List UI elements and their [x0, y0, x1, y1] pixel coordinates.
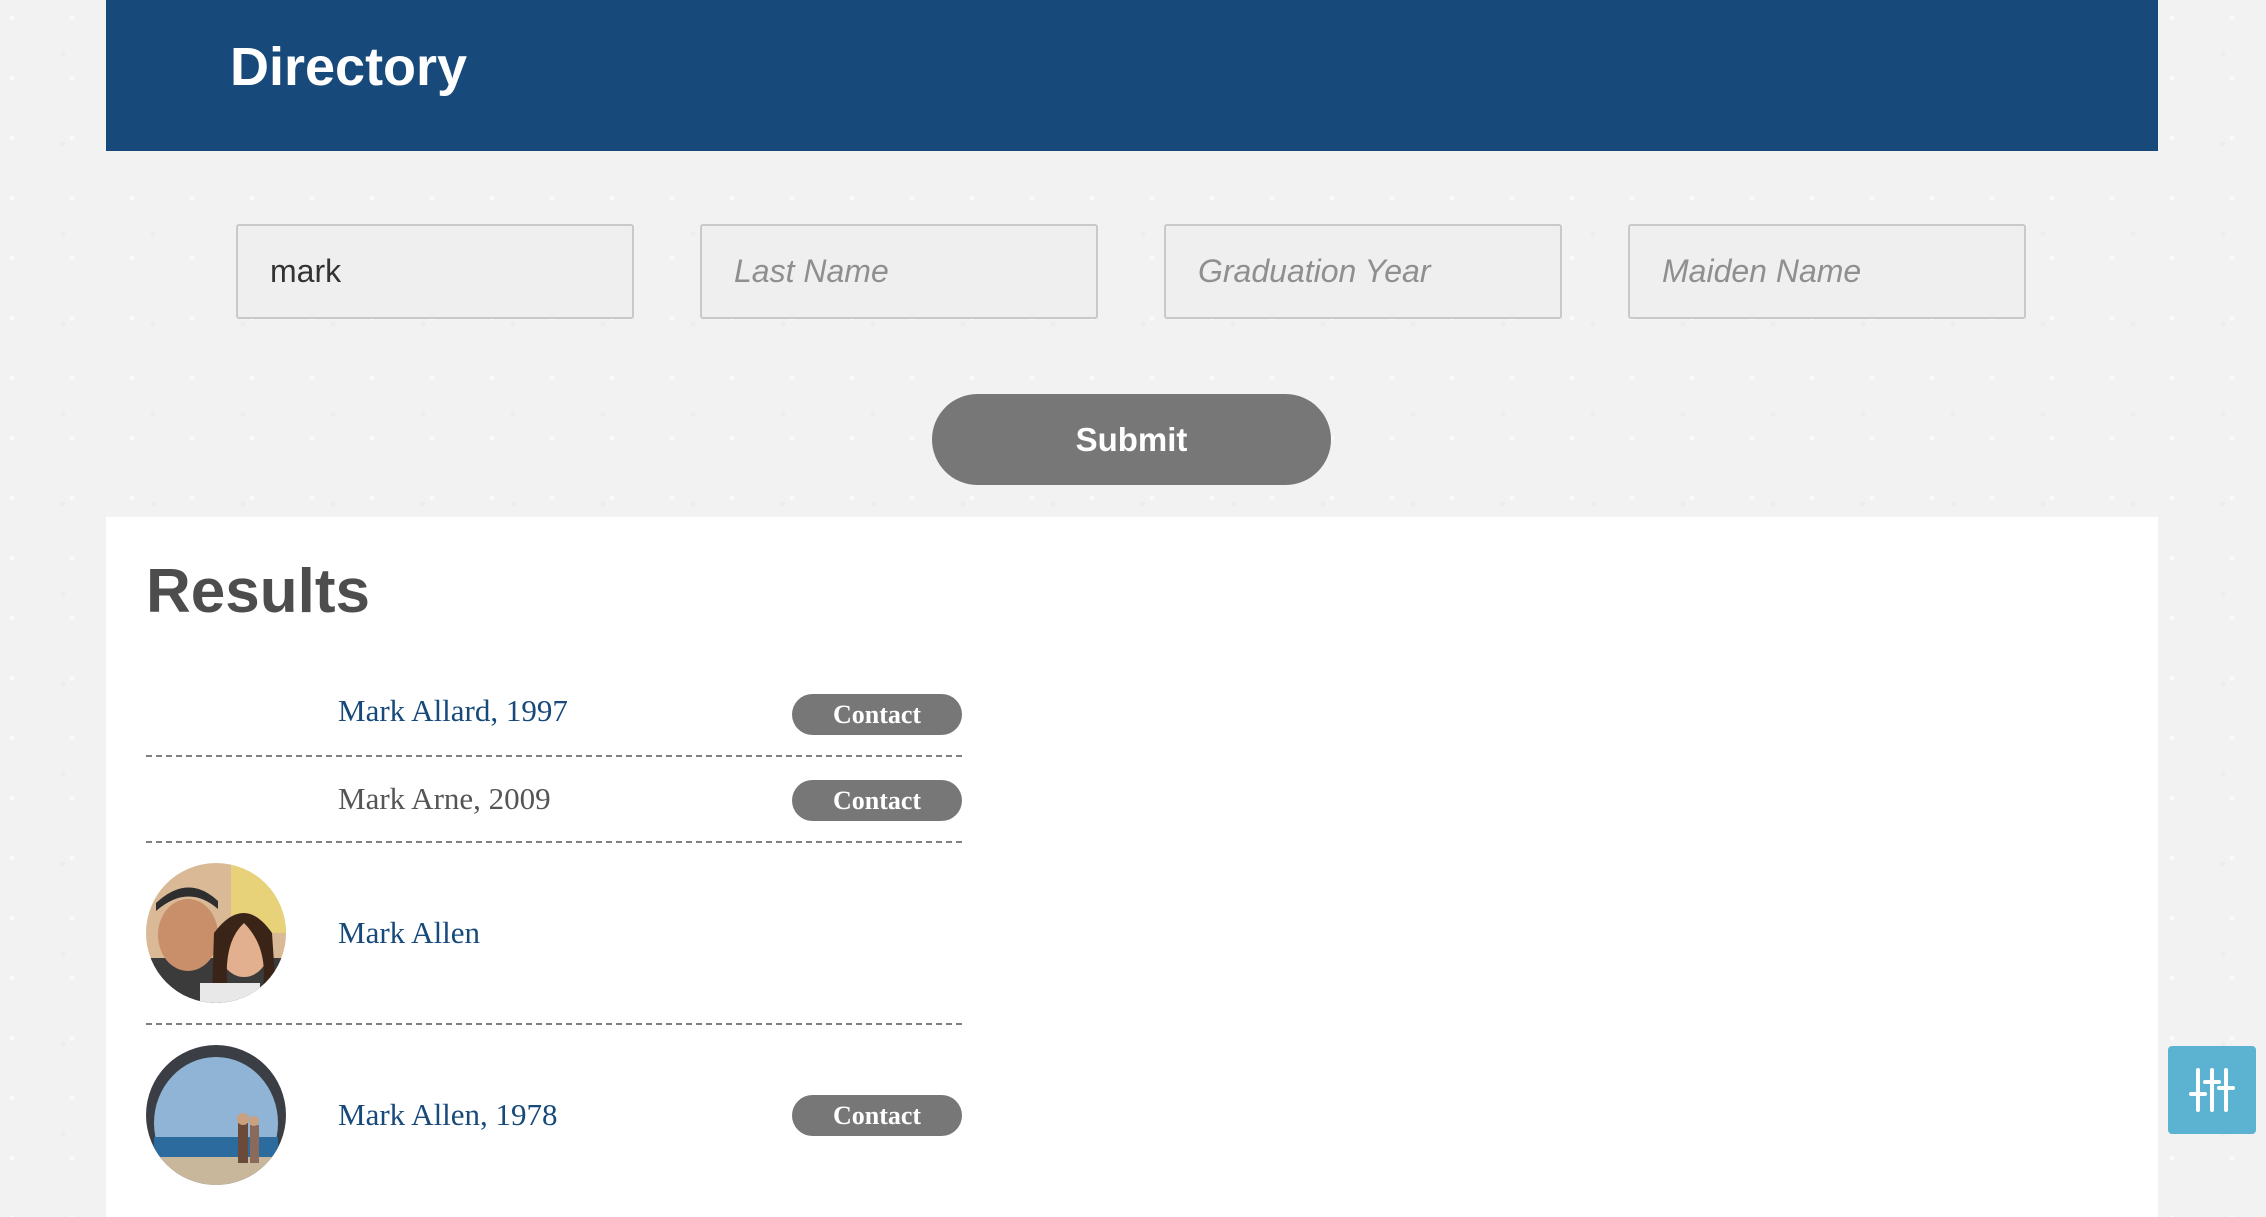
contact-button[interactable]: Contact — [792, 780, 962, 821]
result-name-link[interactable]: Mark Allard, 1997 — [338, 693, 568, 729]
results-panel: Results Mark Allard, 1997 Contact Mark A… — [106, 517, 2158, 1217]
maiden-name-input[interactable] — [1628, 224, 2026, 319]
site-header: Directory — [106, 0, 2158, 151]
page-title: Directory — [230, 37, 468, 97]
sliders-icon — [2189, 1068, 2235, 1112]
photo-avatar-icon — [146, 863, 286, 1003]
graduation-year-input[interactable] — [1164, 224, 1562, 319]
last-name-input[interactable] — [700, 224, 1098, 319]
result-row: Mark Allen — [146, 843, 962, 1025]
settings-widget-button[interactable] — [2168, 1046, 2256, 1134]
avatar[interactable] — [146, 863, 286, 1003]
photo-avatar-icon — [146, 1045, 286, 1185]
submit-button[interactable]: Submit — [932, 394, 1331, 485]
result-name-link[interactable]: Mark Allen, 1978 — [338, 1097, 558, 1133]
result-name-link[interactable]: Mark Allen — [338, 915, 480, 951]
avatar[interactable] — [146, 1045, 286, 1185]
contact-button[interactable]: Contact — [792, 1095, 962, 1136]
contact-button[interactable]: Contact — [792, 694, 962, 735]
result-row: Mark Allard, 1997 Contact — [146, 663, 962, 757]
result-name: Mark Arne, 2009 — [338, 781, 551, 816]
result-row: Mark Allen, 1978 Contact — [146, 1025, 962, 1215]
first-name-input[interactable] — [236, 224, 634, 319]
result-row: Mark Arne, 2009 Contact — [146, 757, 962, 843]
results-heading: Results — [146, 557, 370, 626]
